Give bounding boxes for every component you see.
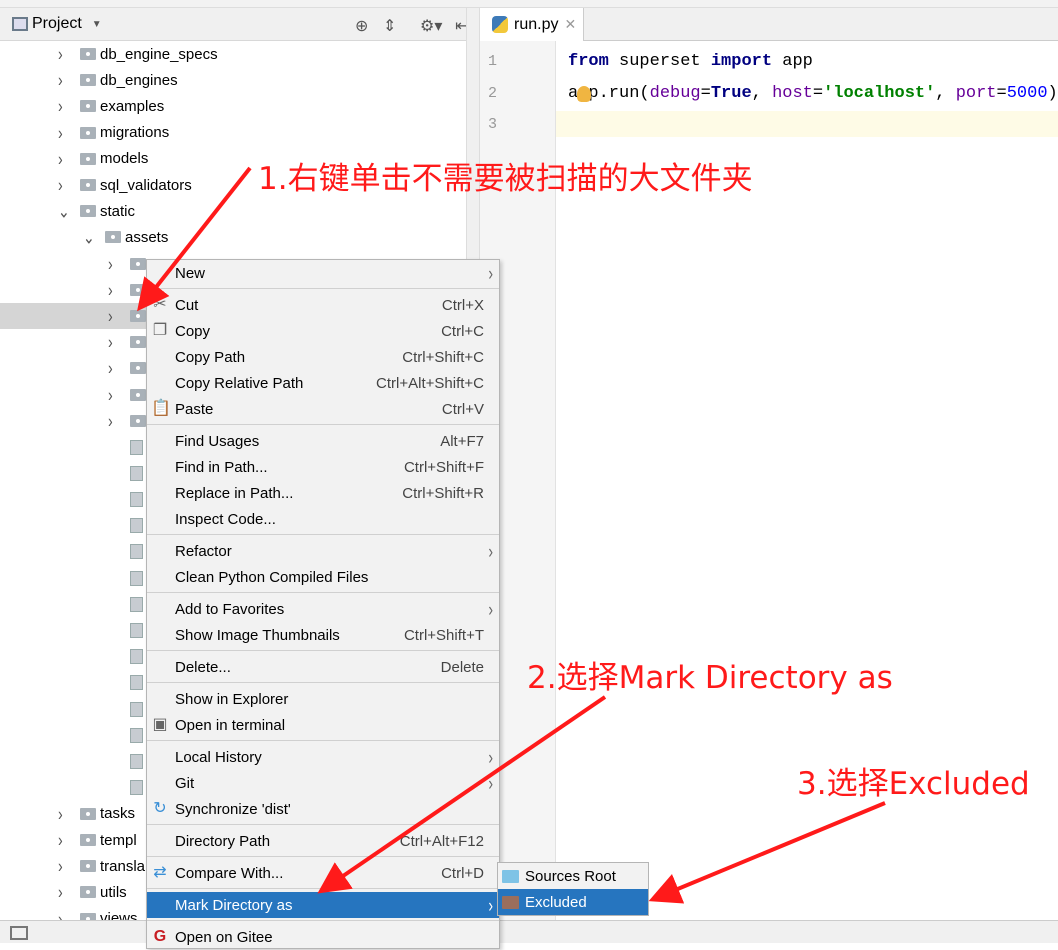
annotation-step-2: 2.选择Mark Directory as [527,660,893,696]
arrow-3 [648,801,886,904]
arrow-2 [317,695,607,894]
annotation-step-3: 3.选择Excluded [797,766,1030,802]
annotation-step-1: 1.右键单击不需要被扫描的大文件夹 [258,161,753,197]
arrow-1 [137,166,252,312]
